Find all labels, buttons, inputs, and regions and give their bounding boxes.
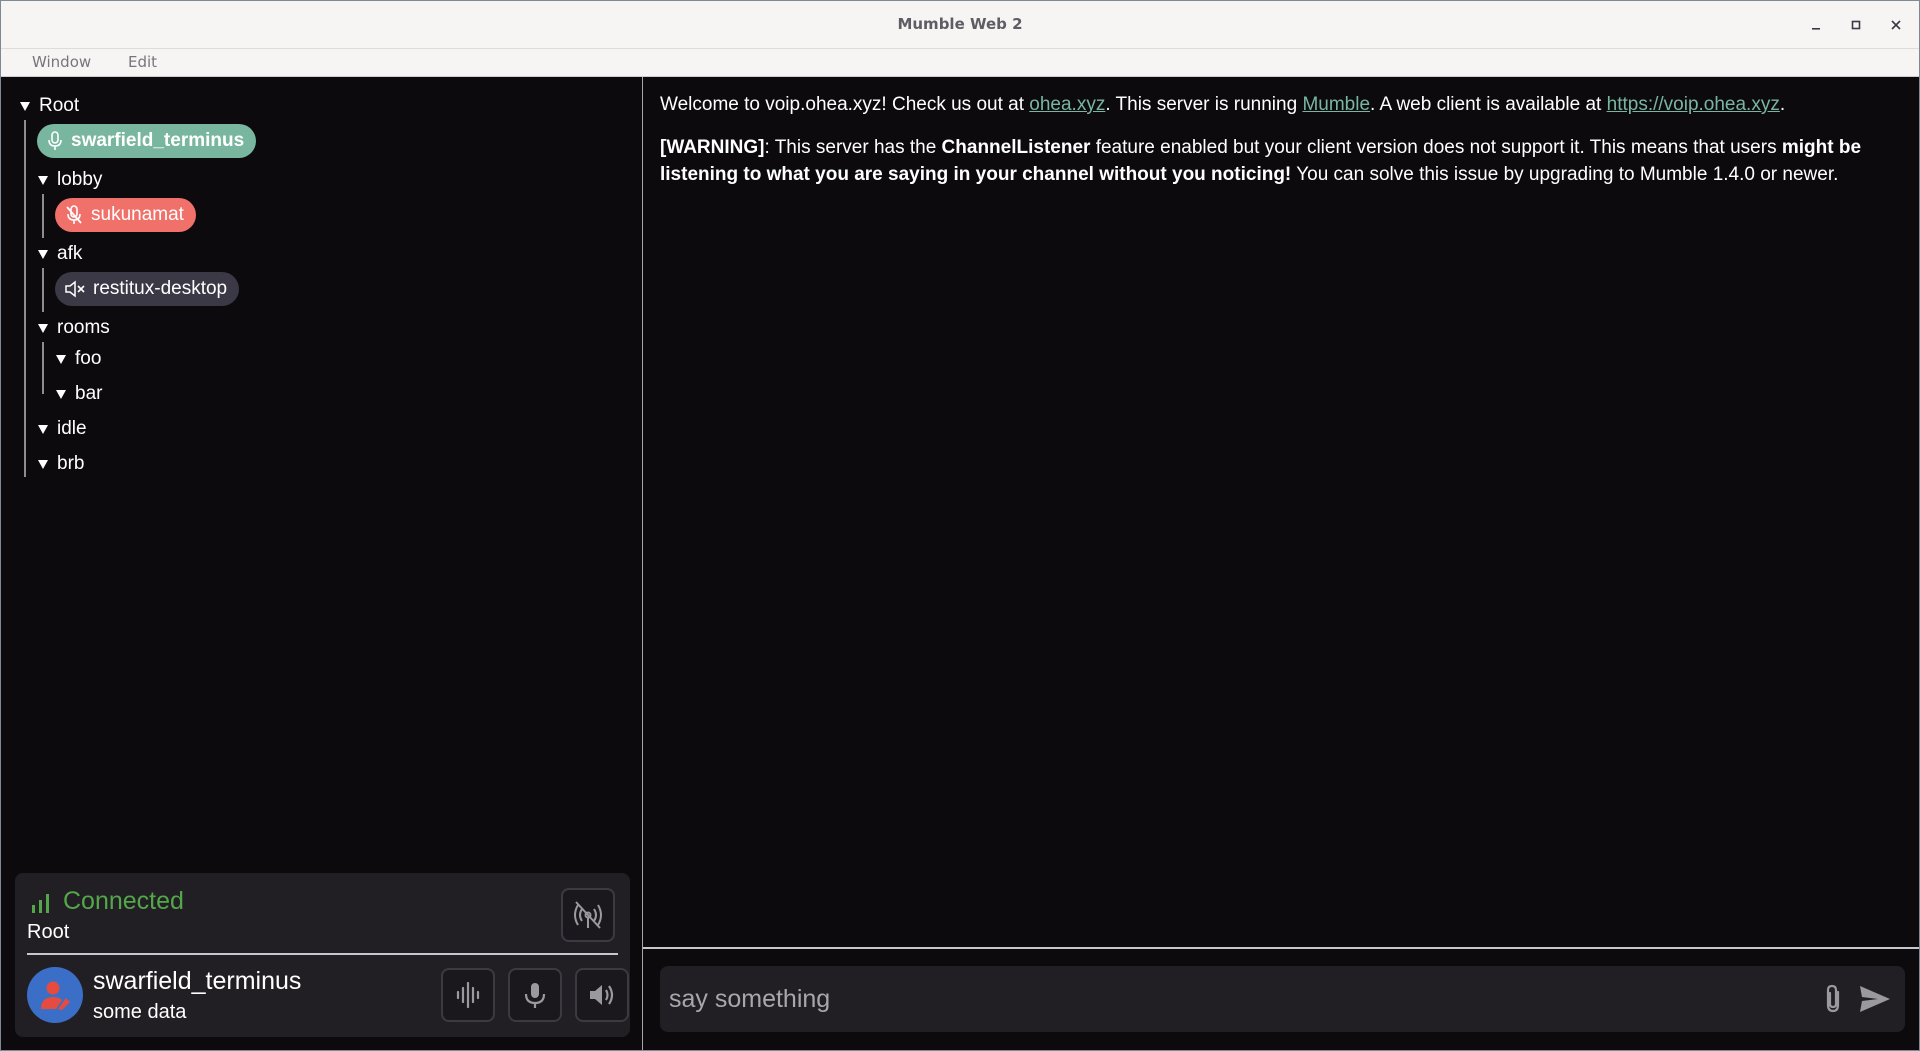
window-title: Mumble Web 2 (897, 15, 1023, 33)
collapse-triangle-icon (38, 175, 48, 185)
message-text: : This server has the (764, 137, 942, 158)
speaker-icon (590, 985, 614, 1005)
app-window: Mumble Web 2 Window Edit Root swarfield_… (0, 0, 1920, 1051)
close-icon[interactable] (1884, 13, 1908, 37)
user-name: sukunamat (91, 204, 184, 225)
menu-bar: Window Edit (1, 49, 1919, 77)
microphone-muted-icon (66, 205, 82, 224)
collapse-triangle-icon (56, 389, 66, 399)
microphone-icon (524, 983, 546, 1008)
warning-message: [WARNING]: This server has the ChannelLi… (660, 134, 1905, 188)
feature-name: ChannelListener (941, 137, 1091, 158)
collapse-triangle-icon (38, 323, 48, 333)
collapse-triangle-icon (20, 101, 30, 111)
connection-status: Connected (63, 887, 184, 915)
channel-lobby[interactable]: lobby (38, 167, 102, 193)
minimize-icon[interactable] (1804, 13, 1828, 37)
self-username: swarfield_terminus (93, 967, 302, 995)
link-voip[interactable]: https://voip.ohea.xyz (1607, 94, 1780, 115)
collapse-triangle-icon (56, 354, 66, 364)
user-name: swarfield_terminus (71, 130, 245, 151)
collapse-triangle-icon (38, 424, 48, 434)
collapse-triangle-icon (38, 249, 48, 259)
user-pill-muted[interactable]: sukunamat (55, 198, 196, 232)
user-pill-self[interactable]: swarfield_terminus (37, 124, 257, 158)
microphone-icon (48, 131, 62, 150)
welcome-message: Welcome to voip.ohea.xyz! Check us out a… (660, 91, 1905, 118)
broadcast-off-icon (574, 901, 602, 929)
channel-name: afk (57, 243, 83, 264)
channel-name: brb (57, 453, 85, 474)
message-text: feature enabled but your client version … (1090, 137, 1782, 158)
channel-afk[interactable]: afk (38, 241, 82, 267)
channel-bar[interactable]: bar (56, 381, 102, 407)
signal-bars-icon (32, 894, 49, 913)
status-card: Connected Root swarfield_terminus some d… (15, 873, 630, 1037)
user-name: restitux-desktop (93, 278, 228, 299)
voice-activity-button[interactable] (441, 968, 495, 1022)
message-text: . (1779, 94, 1786, 115)
tree-line (42, 194, 44, 238)
channel-name: foo (75, 348, 102, 369)
channel-rooms[interactable]: rooms (38, 315, 110, 341)
avatar (27, 967, 83, 1023)
message-text: . A web client is available at (1370, 94, 1607, 115)
menu-window[interactable]: Window (32, 53, 91, 71)
menu-edit[interactable]: Edit (128, 53, 157, 71)
channel-foo[interactable]: foo (56, 346, 101, 372)
self-comment: some data (93, 1001, 187, 1023)
deafen-button[interactable] (575, 968, 629, 1022)
channel-name: idle (57, 418, 87, 439)
paperclip-icon (1826, 984, 1840, 1013)
voice-activity-icon (456, 981, 480, 1009)
channel-name: Root (39, 95, 80, 116)
chat-pane: Welcome to voip.ohea.xyz! Check us out a… (643, 77, 1919, 1050)
channel-brb[interactable]: brb (38, 451, 84, 477)
attach-button[interactable] (1820, 983, 1846, 1019)
message-text: . This server is running (1105, 94, 1303, 115)
user-icon (41, 981, 70, 1010)
message-text: Welcome to voip.ohea.xyz! Check us out a… (660, 94, 1030, 115)
divider (27, 953, 618, 955)
chat-composer (660, 966, 1905, 1032)
message-input[interactable] (660, 966, 1780, 1032)
message-text: You can solve this issue by upgrading to… (1291, 164, 1839, 185)
chat-log: Welcome to voip.ohea.xyz! Check us out a… (660, 91, 1905, 204)
maximize-icon[interactable] (1844, 13, 1868, 37)
divider (643, 947, 1919, 949)
tree-line (42, 342, 44, 394)
channel-name: lobby (57, 169, 103, 190)
tree-line (42, 268, 44, 312)
tree-line (24, 120, 26, 477)
channel-idle[interactable]: idle (38, 416, 87, 442)
link-mumble[interactable]: Mumble (1302, 94, 1370, 115)
user-pill-deafened[interactable]: restitux-desktop (55, 272, 240, 306)
send-icon (1860, 986, 1890, 1012)
send-button[interactable] (1858, 984, 1892, 1018)
current-channel: Root (27, 921, 70, 943)
channel-name: bar (75, 383, 103, 404)
link-ohea[interactable]: ohea.xyz (1029, 94, 1105, 115)
disconnect-button[interactable] (561, 888, 615, 942)
mute-button[interactable] (508, 968, 562, 1022)
channel-root[interactable]: Root (20, 93, 79, 119)
collapse-triangle-icon (38, 459, 48, 469)
warning-tag: [WARNING] (660, 137, 765, 158)
channel-name: rooms (57, 317, 110, 338)
title-bar: Mumble Web 2 (1, 1, 1919, 49)
speaker-muted-icon (65, 280, 85, 298)
